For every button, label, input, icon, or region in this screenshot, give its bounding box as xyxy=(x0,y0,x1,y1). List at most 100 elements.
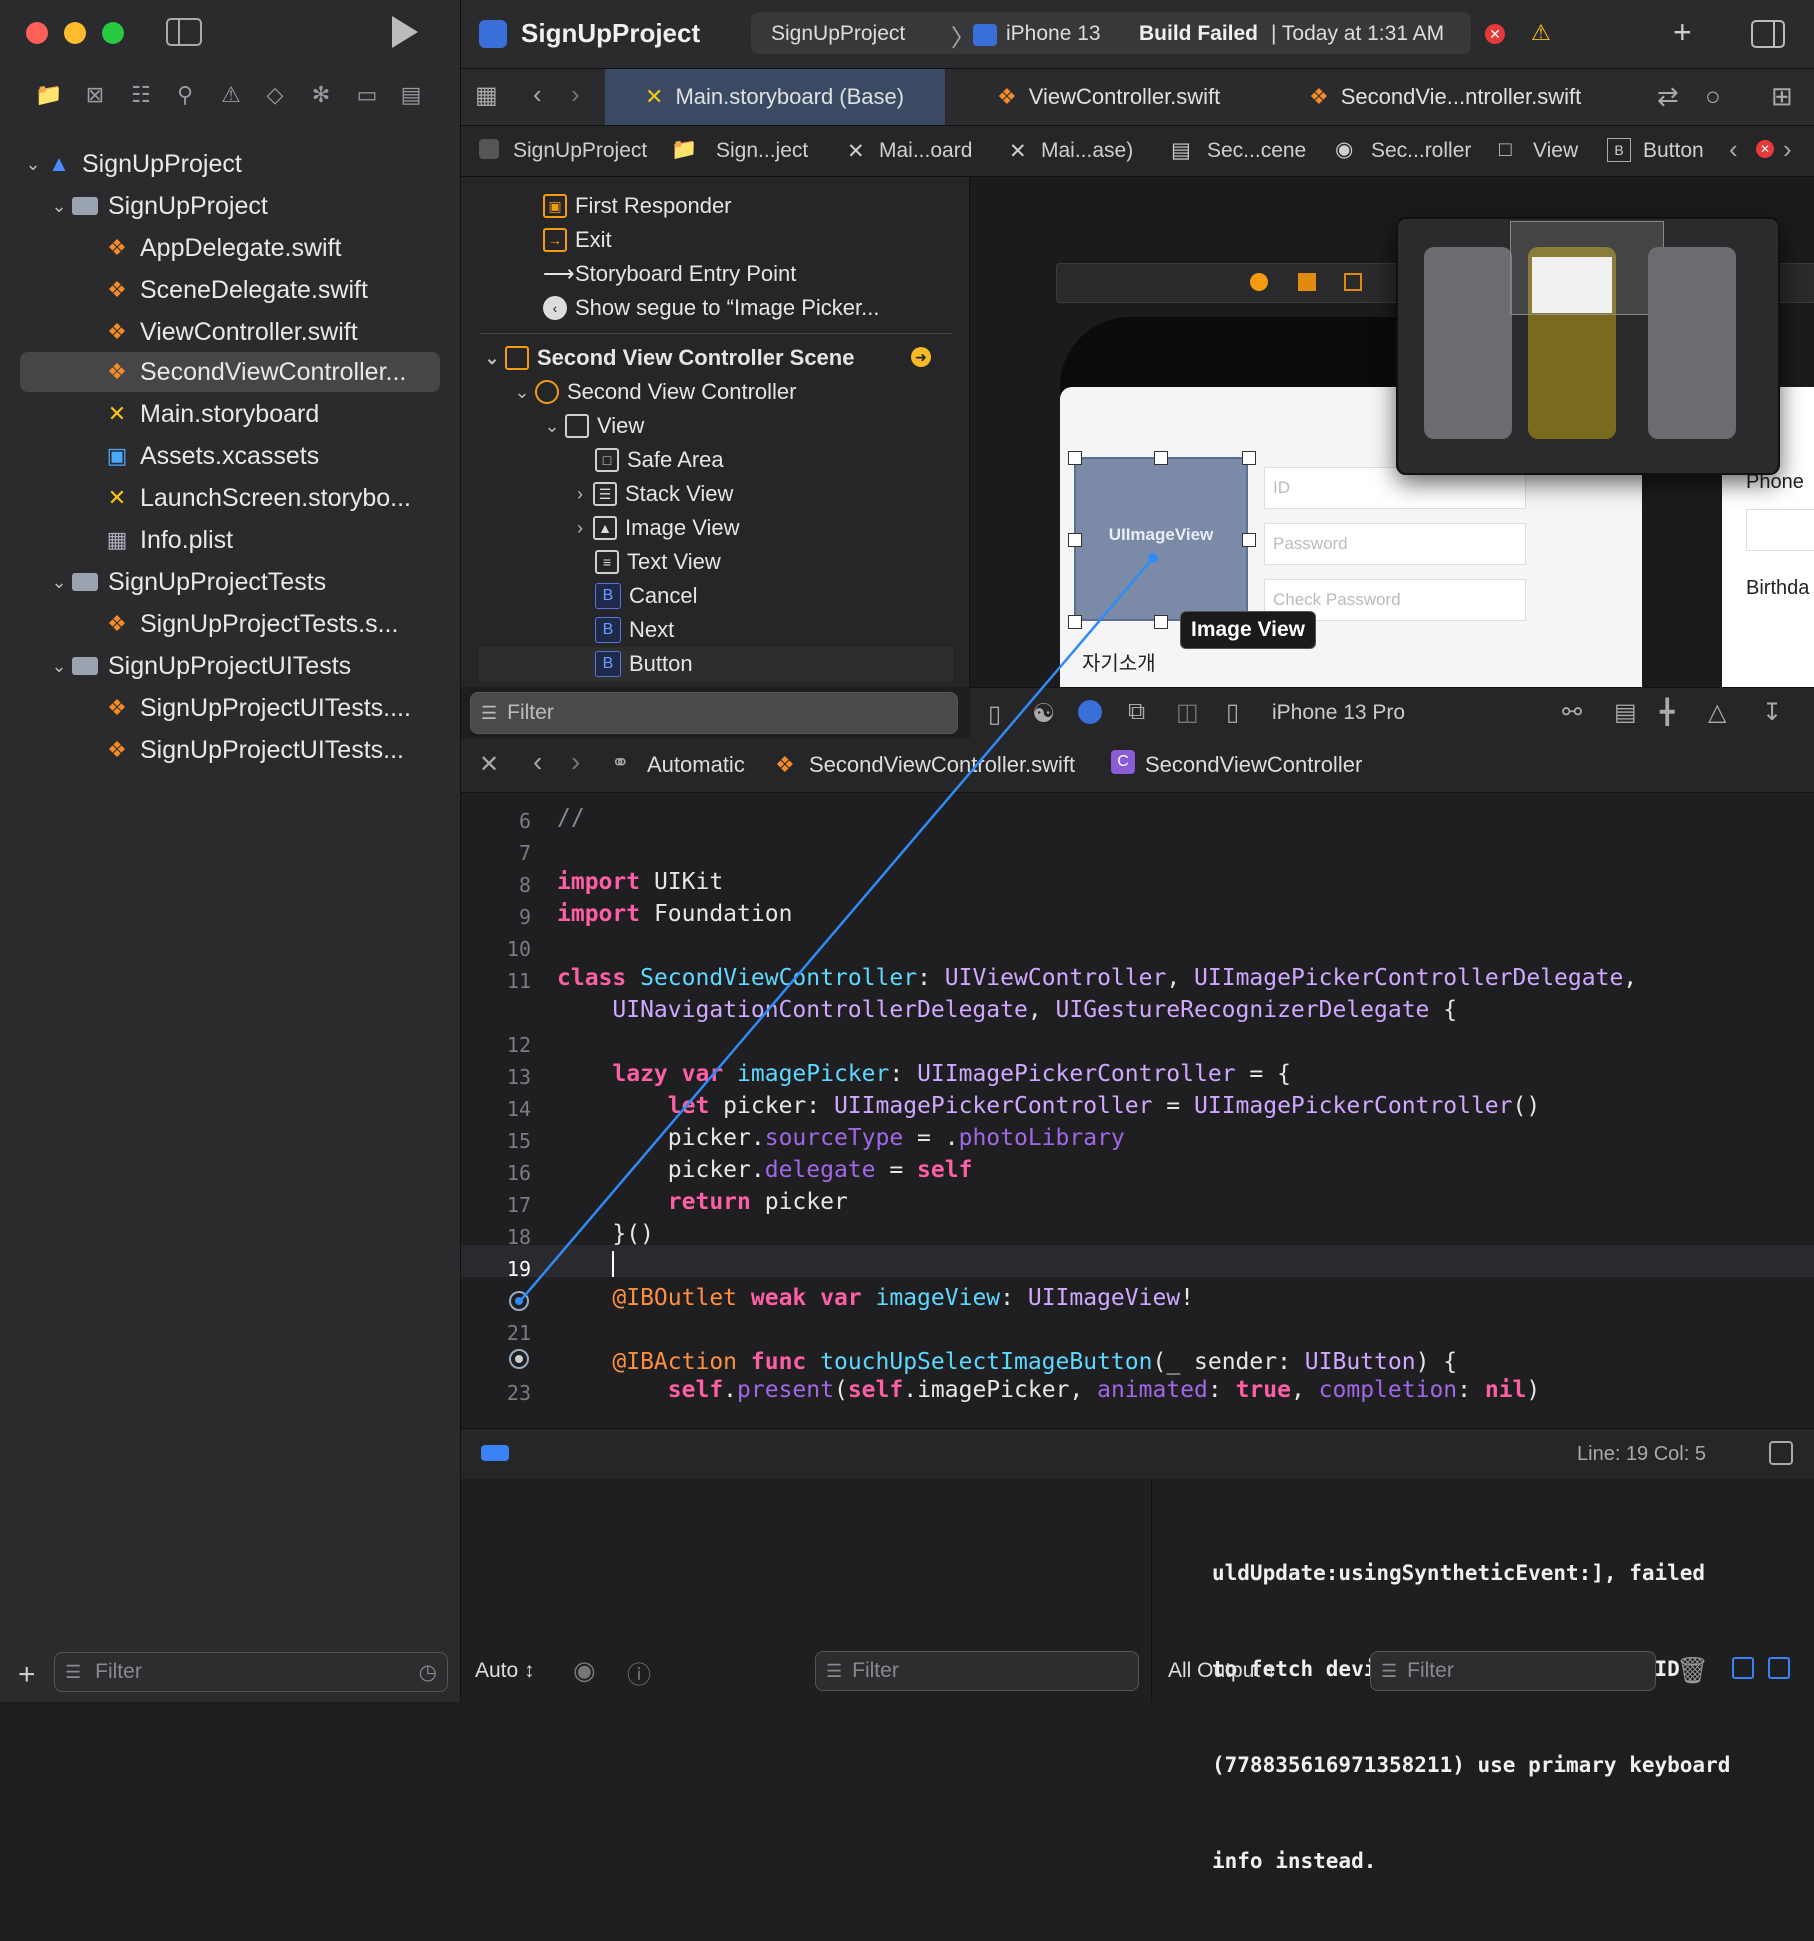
exit-dock-icon[interactable] xyxy=(1344,273,1362,291)
variables-scope-selector[interactable]: Auto ↕ xyxy=(475,1659,535,1683)
outline-row[interactable]: ⟶ Storyboard Entry Point xyxy=(543,257,796,291)
first-responder-dock-icon[interactable] xyxy=(1298,273,1316,291)
minimap-overview[interactable] xyxy=(1396,217,1780,475)
source-editor[interactable]: 6 // 7 8 import UIKit 9 import Foundatio… xyxy=(461,793,1814,1428)
breadcrumb-item[interactable]: Sign...ject xyxy=(716,139,808,163)
chevron-down-icon[interactable]: ⌄ xyxy=(509,382,535,403)
vc-dock-icon[interactable] xyxy=(1250,273,1268,291)
zoom-window-button[interactable] xyxy=(102,22,124,44)
chevron-down-icon[interactable]: ⌄ xyxy=(479,348,505,369)
chevron-down-icon[interactable]: ⌄ xyxy=(46,572,72,593)
error-icon[interactable]: ✕ xyxy=(1756,140,1774,158)
add-file-button[interactable]: + xyxy=(18,1658,36,1692)
chevron-down-icon[interactable]: ⌄ xyxy=(46,196,72,217)
resolve-issues-icon[interactable]: △ xyxy=(1708,698,1726,727)
breadcrumb-symbol[interactable]: SecondViewController xyxy=(1145,752,1362,778)
test-navigator-icon[interactable]: ◇ xyxy=(260,80,290,110)
show-console-icon[interactable] xyxy=(1768,1657,1790,1679)
breadcrumb-item[interactable]: Mai...ase) xyxy=(1041,139,1133,163)
tree-item-file[interactable]: ❖ SignUpProjectUITests.... xyxy=(104,688,524,728)
warning-icon[interactable]: ⚠ xyxy=(1531,20,1551,46)
add-library-button[interactable]: + xyxy=(1673,14,1692,51)
forward-arrow-icon[interactable]: › xyxy=(571,746,580,778)
outline-row[interactable]: ▣ First Responder xyxy=(543,189,732,223)
align-icon[interactable]: ▤ xyxy=(1614,698,1637,727)
outline-row[interactable]: B Cancel xyxy=(595,579,697,613)
show-variables-icon[interactable] xyxy=(1732,1657,1754,1679)
chevron-right-icon[interactable]: › xyxy=(567,484,593,505)
navigator-filter-input[interactable]: ☰ Filter ◷ xyxy=(54,1652,448,1692)
issue-navigator-icon[interactable]: ⚠ xyxy=(216,80,246,110)
back-arrow-icon[interactable]: ‹ xyxy=(533,746,542,778)
device-icon[interactable]: ▯ xyxy=(1226,698,1239,727)
adjust-editor-icon[interactable]: ○ xyxy=(1705,81,1721,112)
tree-item-group[interactable]: ⌄ SignUpProjectTests xyxy=(46,562,466,602)
resize-handle[interactable] xyxy=(1242,451,1256,465)
grid-icon[interactable]: ▦ xyxy=(475,81,498,110)
orientation-icon[interactable]: ⧉ xyxy=(1128,698,1145,726)
tree-item-group[interactable]: ⌄ SignUpProject xyxy=(46,186,466,226)
split-view-icon[interactable]: ◫ xyxy=(1176,698,1199,727)
update-frames-icon[interactable]: ⚯ xyxy=(1562,698,1582,727)
chevron-right-icon[interactable]: › xyxy=(567,518,593,539)
forward-arrow-icon[interactable]: › xyxy=(571,79,580,110)
add-editor-icon[interactable]: ⊞ xyxy=(1771,81,1793,112)
minimap-viewport[interactable] xyxy=(1510,221,1664,315)
close-window-button[interactable] xyxy=(26,22,48,44)
image-view-selected[interactable]: UIImageView xyxy=(1074,457,1248,621)
device-config-selector[interactable]: iPhone 13 Pro xyxy=(1272,701,1405,725)
accessibility-icon[interactable]: ☯ xyxy=(1032,698,1055,729)
previous-issue-icon[interactable]: ‹ xyxy=(1729,134,1738,165)
minimap-scene[interactable] xyxy=(1648,247,1736,439)
resize-handle[interactable] xyxy=(1154,615,1168,629)
debug-toggle-icon[interactable] xyxy=(481,1445,509,1461)
error-icon[interactable]: ✕ xyxy=(1485,24,1505,44)
breakpoint-navigator-icon[interactable]: ▭ xyxy=(352,80,382,110)
recent-files-icon[interactable]: ◷ xyxy=(419,1660,437,1685)
minimap-scene[interactable] xyxy=(1424,247,1512,439)
find-navigator-icon[interactable]: ⚲ xyxy=(170,80,200,110)
back-arrow-icon[interactable]: ‹ xyxy=(533,79,542,110)
outline-row[interactable]: → Exit xyxy=(543,223,612,257)
outline-row[interactable]: □ Safe Area xyxy=(595,443,724,477)
inspector-toggle-icon[interactable] xyxy=(1751,20,1785,48)
resize-handle[interactable] xyxy=(1068,451,1082,465)
folder-navigator-icon[interactable]: 📁 xyxy=(34,80,64,110)
embed-in-icon[interactable]: ↧ xyxy=(1762,698,1782,727)
resize-handle[interactable] xyxy=(1154,451,1168,465)
breadcrumb-item[interactable]: Sec...cene xyxy=(1207,139,1306,163)
tab-secondviewcontroller[interactable]: ❖ SecondVie...ntroller.swift xyxy=(1309,69,1581,125)
tree-item-group[interactable]: ⌄ SignUpProjectUITests xyxy=(46,646,466,686)
breadcrumb-item[interactable]: Sec...roller xyxy=(1371,139,1471,163)
device-selector[interactable]: iPhone 13 xyxy=(1006,22,1101,46)
scene-warning-arrow-icon[interactable]: ➜ xyxy=(911,347,931,367)
console-output-selector[interactable]: All Output ↕ xyxy=(1168,1659,1277,1683)
breadcrumb-file[interactable]: SecondViewController.swift xyxy=(809,752,1075,778)
related-items-icon[interactable]: ⚭ xyxy=(611,750,629,776)
minimap-toggle-icon[interactable] xyxy=(1769,1441,1793,1465)
swap-icon[interactable]: ⇄ xyxy=(1657,81,1679,112)
minimize-window-button[interactable] xyxy=(64,22,86,44)
chevron-down-icon[interactable]: ⌄ xyxy=(20,154,46,175)
breadcrumb-item[interactable]: SignUpProject xyxy=(513,139,647,163)
variables-filter-input[interactable]: ☰ Filter xyxy=(815,1651,1139,1691)
outline-row[interactable]: ⌄ View xyxy=(539,409,644,443)
resize-handle[interactable] xyxy=(1068,533,1082,547)
trash-icon[interactable]: 🗑 xyxy=(1676,1655,1709,1686)
appearance-icon[interactable] xyxy=(1078,700,1102,724)
add-constraints-icon[interactable]: ╋ xyxy=(1660,698,1674,727)
debug-navigator-icon[interactable]: ✻ xyxy=(306,80,336,110)
tree-item-file-selected[interactable]: ❖ SecondViewController... xyxy=(20,352,440,392)
outline-row-selected[interactable]: B Button xyxy=(479,647,953,681)
outline-connection-indicator[interactable] xyxy=(509,1291,529,1311)
action-connection-indicator[interactable] xyxy=(509,1349,529,1369)
outline-row[interactable]: ⌄ Second View Controller xyxy=(509,375,797,409)
symbol-navigator-icon[interactable]: ☷ xyxy=(126,80,156,110)
phone-text-field[interactable] xyxy=(1746,509,1814,551)
scheme-selector[interactable]: SignUpProject xyxy=(771,22,905,46)
run-button[interactable] xyxy=(392,16,418,48)
tree-item-project[interactable]: ⌄ ▲ SignUpProject xyxy=(20,144,440,184)
chevron-down-icon[interactable]: ⌄ xyxy=(539,416,565,437)
breadcrumb-item[interactable]: Mai...oard xyxy=(879,139,972,163)
sidebar-toggle-icon[interactable] xyxy=(166,18,202,46)
